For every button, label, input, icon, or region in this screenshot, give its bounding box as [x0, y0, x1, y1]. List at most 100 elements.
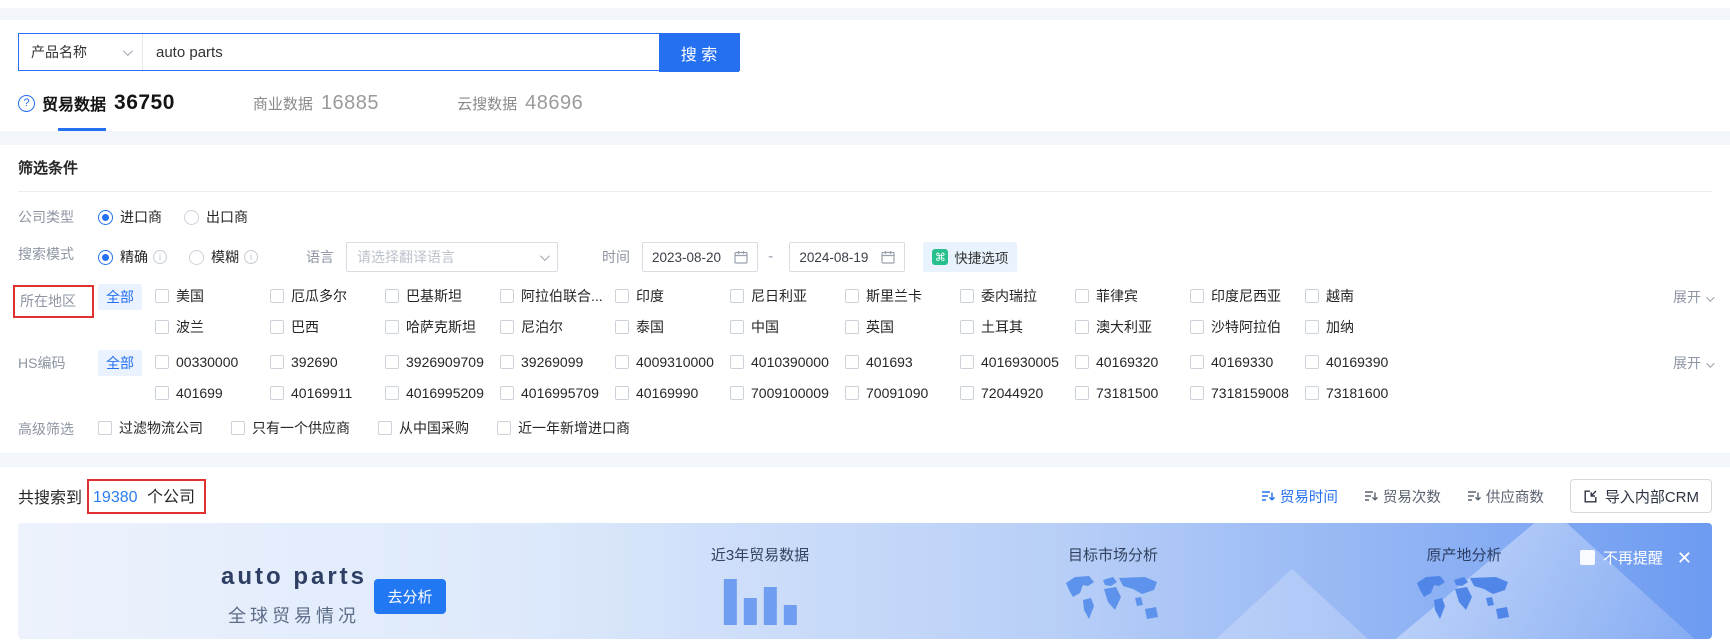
target-market-card: 目标市场分析 [1063, 544, 1163, 632]
checkbox-label: 从中国采购 [399, 420, 469, 436]
help-icon[interactable]: ? [18, 94, 35, 112]
hs-all-button[interactable]: 全部 [98, 350, 142, 376]
end-date-picker[interactable]: 2024-08-19 [789, 242, 906, 272]
search-mode-label: 搜索模式 [18, 246, 74, 262]
radio-option[interactable]: 出口商 [184, 205, 248, 229]
region-checkbox[interactable]: 尼日利亚 [730, 285, 845, 307]
hs-code-checkbox[interactable]: 4009310000 [615, 351, 730, 373]
import-crm-button[interactable]: 导入内部CRM [1569, 479, 1712, 513]
chevron-down-icon [122, 45, 133, 56]
checkbox-icon [1075, 289, 1089, 303]
data-tab[interactable]: 商业数据 16885 [253, 92, 379, 131]
region-checkbox[interactable]: 土耳其 [960, 316, 1075, 338]
region-checkbox[interactable]: 英国 [845, 316, 960, 338]
radio-option[interactable]: 模糊 i [189, 245, 258, 269]
advanced-checkbox[interactable]: 只有一个供应商 [231, 417, 350, 439]
dismiss-checkbox[interactable] [1579, 550, 1595, 565]
hs-code-checkbox[interactable]: 40169911 [270, 382, 385, 404]
target-market-card-label: 目标市场分析 [1067, 547, 1158, 564]
region-checkbox[interactable]: 厄瓜多尔 [270, 285, 385, 307]
hs-code-checkbox[interactable]: 40169320 [1075, 351, 1190, 373]
data-tab[interactable]: 云搜数据 48696 [457, 92, 583, 131]
checkbox-label: 72044920 [981, 385, 1044, 401]
hs-code-checkbox[interactable]: 4016995709 [500, 382, 615, 404]
advanced-checkbox[interactable]: 从中国采购 [378, 417, 469, 439]
region-expand-link[interactable]: 展开 [1673, 285, 1715, 309]
info-icon[interactable]: i [244, 250, 258, 264]
region-checkbox[interactable]: 波兰 [155, 316, 270, 338]
hs-code-checkbox[interactable]: 3926909709 [385, 351, 500, 373]
analyze-button[interactable]: 去分析 [374, 579, 446, 614]
region-checkbox[interactable]: 泰国 [615, 316, 730, 338]
hs-code-checkbox[interactable]: 73181500 [1075, 382, 1190, 404]
hs-code-checkbox[interactable]: 40169390 [1305, 351, 1420, 373]
results-panel: 共搜索到 19380 个公司 贸易时间 贸易次数 供应商数 导入内部CRM au… [0, 467, 1730, 642]
region-checkbox[interactable]: 沙特阿拉伯 [1190, 316, 1305, 338]
hs-code-checkbox[interactable]: 401693 [845, 351, 960, 373]
region-checkbox[interactable]: 哈萨克斯坦 [385, 316, 500, 338]
region-checkbox[interactable]: 巴西 [270, 316, 385, 338]
hs-code-checkbox[interactable]: 39269099 [500, 351, 615, 373]
advanced-checkbox[interactable]: 近一年新增进口商 [497, 417, 630, 439]
tab-label: 商业数据 [252, 95, 313, 113]
hs-code-checkbox[interactable]: 73181600 [1305, 382, 1420, 404]
radio-option[interactable]: 精确 i [98, 245, 167, 269]
hs-code-checkbox[interactable]: 7318159008 [1190, 382, 1305, 404]
sort-button[interactable]: 贸易次数 [1364, 486, 1441, 507]
search-category-dropdown[interactable]: 产品名称 [19, 34, 143, 70]
hs-code-checkbox[interactable]: 4010390000 [730, 351, 845, 373]
hs-code-checkbox[interactable]: 40169990 [615, 382, 730, 404]
expand-label: 展开 [1673, 355, 1701, 371]
checkbox-label: 美国 [176, 288, 204, 304]
region-checkbox[interactable]: 中国 [730, 316, 845, 338]
hs-code-checkbox[interactable]: 40169330 [1190, 351, 1305, 373]
search-button[interactable]: 搜 索 [659, 34, 739, 72]
hs-code-checkbox[interactable]: 70091090 [845, 382, 960, 404]
region-checkbox[interactable]: 巴基斯坦 [385, 285, 500, 307]
region-checkbox[interactable]: 印度 [615, 285, 730, 307]
radio-icon [98, 249, 113, 265]
region-checkbox[interactable]: 斯里兰卡 [845, 285, 960, 307]
search-section: 产品名称 搜 索 ? 贸易数据 36750 商业数据 16885 云搜数据 [0, 20, 1730, 131]
results-summary: 共搜索到 19380 个公司 [18, 478, 206, 514]
checkbox-label: 392690 [291, 354, 338, 370]
quick-options-button[interactable]: ⌘ 快捷选项 [923, 242, 1018, 272]
info-icon[interactable]: i [153, 250, 167, 264]
region-checkbox[interactable]: 委内瑞拉 [960, 285, 1075, 307]
region-checkbox[interactable]: 菲律宾 [1075, 285, 1190, 307]
hs-code-checkbox[interactable]: 72044920 [960, 382, 1075, 404]
hs-code-checkbox[interactable]: 00330000 [155, 351, 270, 373]
hs-code-checkbox[interactable]: 4016995209 [385, 382, 500, 404]
expand-label: 展开 [1673, 289, 1701, 305]
region-checkbox[interactable]: 越南 [1305, 285, 1420, 307]
hs-code-checkbox[interactable]: 7009100009 [730, 382, 845, 404]
region-checkbox[interactable]: 澳大利亚 [1075, 316, 1190, 338]
region-checkbox[interactable]: 印度尼西亚 [1190, 285, 1305, 307]
region-checkbox[interactable]: 阿拉伯联合... [500, 285, 615, 307]
hs-code-label: HS编码 [18, 355, 66, 371]
language-select[interactable]: 请选择翻译语言 [346, 242, 558, 272]
hs-code-checkbox[interactable]: 401699 [155, 382, 270, 404]
region-all-button[interactable]: 全部 [98, 284, 142, 310]
region-checkbox[interactable]: 美国 [155, 285, 270, 307]
hs-code-checkbox[interactable]: 4016930005 [960, 351, 1075, 373]
chevron-down-icon [539, 250, 550, 261]
banner-subtitle: 全球贸易情况 [228, 606, 360, 626]
hs-code-checkbox[interactable]: 392690 [270, 351, 385, 373]
checkbox-label: 4016930005 [981, 354, 1059, 370]
region-checkbox[interactable]: 尼泊尔 [500, 316, 615, 338]
data-tab[interactable]: ? 贸易数据 36750 [18, 91, 175, 131]
advanced-checkbox[interactable]: 过滤物流公司 [98, 417, 203, 439]
close-icon[interactable]: ✕ [1677, 549, 1692, 567]
radio-option[interactable]: 进口商 [98, 205, 162, 229]
region-checkbox[interactable]: 加纳 [1305, 316, 1420, 338]
section-gap [0, 453, 1730, 467]
trade-data-card-label: 近3年贸易数据 [710, 547, 810, 564]
region-label-annotation: 所在地区 [13, 285, 94, 318]
sort-button[interactable]: 供应商数 [1467, 486, 1544, 507]
search-input[interactable] [143, 34, 659, 70]
hs-expand-link[interactable]: 展开 [1673, 351, 1715, 375]
checkbox-icon [845, 386, 859, 400]
start-date-picker[interactable]: 2023-08-20 [642, 242, 758, 272]
sort-button[interactable]: 贸易时间 [1261, 486, 1338, 507]
